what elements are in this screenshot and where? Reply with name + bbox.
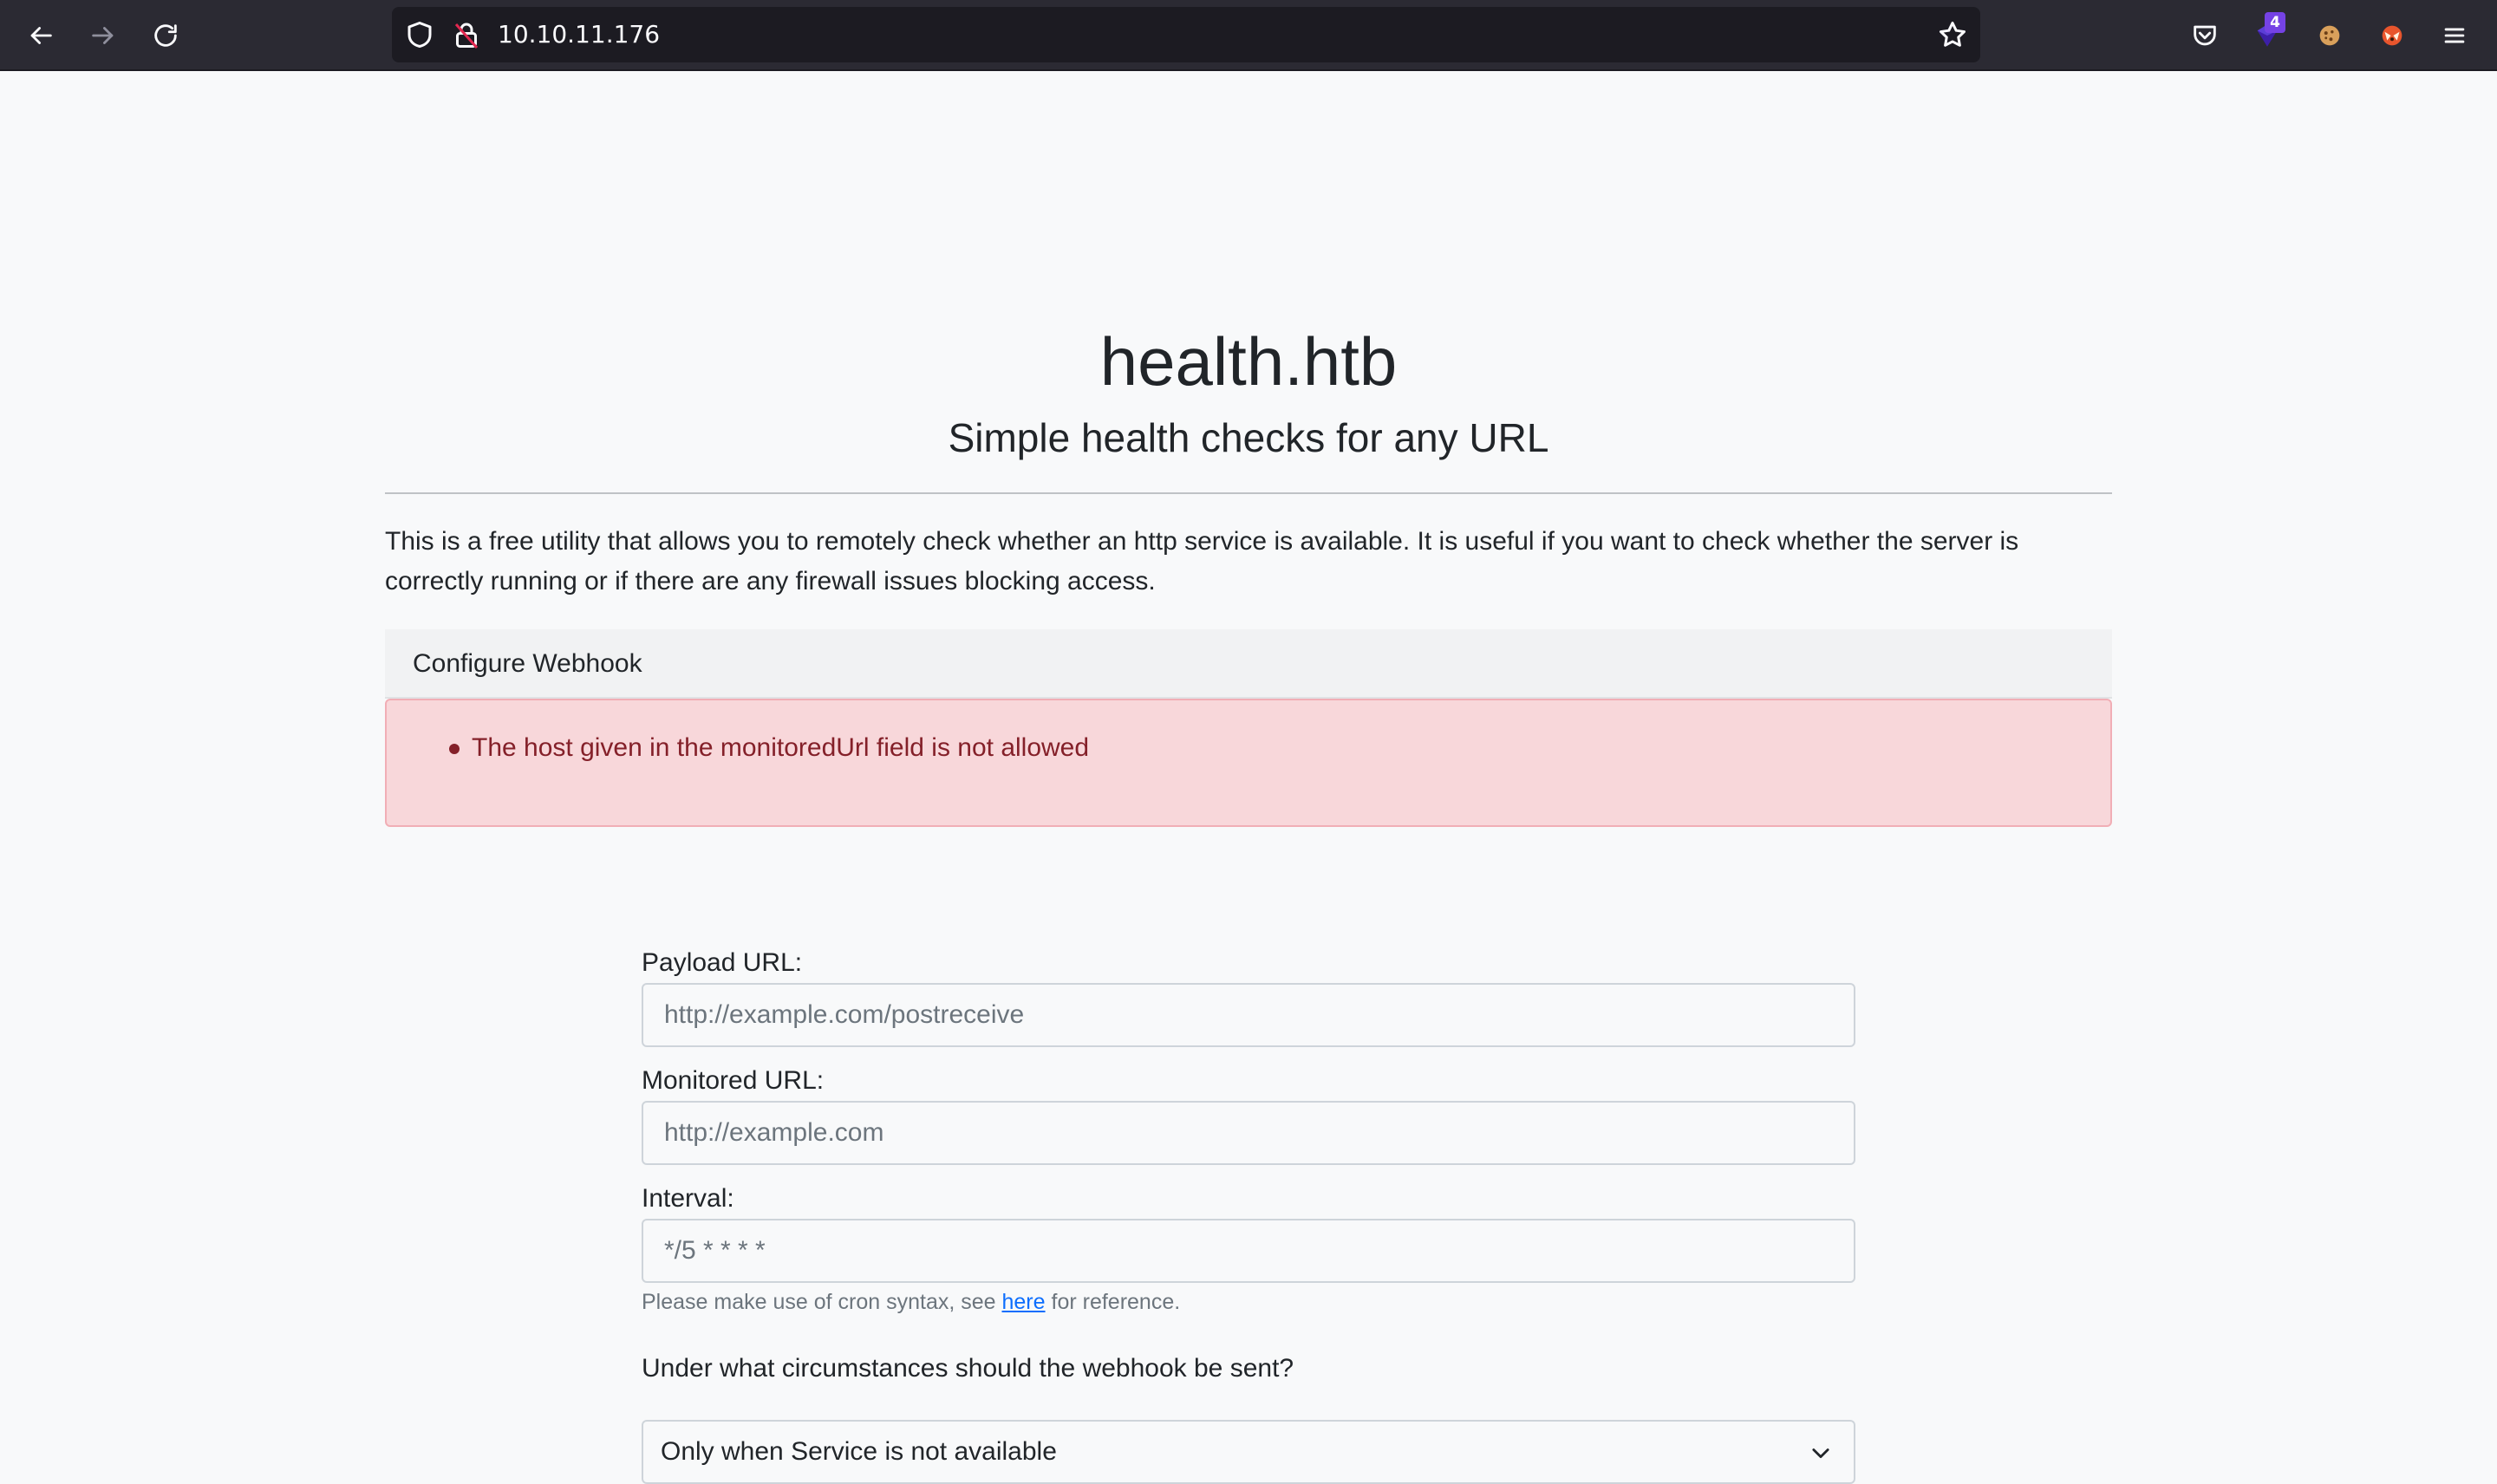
reload-icon [154,24,177,47]
help-prefix: Please make use of cron syntax, see [642,1290,996,1314]
extension-badge: 4 [2265,12,2285,33]
circumstances-selected-value: Only when Service is not available [661,1437,1057,1466]
star-icon[interactable] [1937,19,1968,50]
shield-icon[interactable] [404,19,435,50]
pocket-button[interactable] [2183,14,2226,57]
lock-icon[interactable] [451,19,482,50]
payload-url-label: Payload URL: [642,948,803,977]
cookie-icon [2319,25,2340,46]
divider [385,492,2112,494]
address-bar[interactable]: 10.10.11.176 [392,7,1980,62]
monitored-url-input[interactable] [642,1101,1855,1165]
back-button[interactable] [19,14,62,57]
cron-help-link[interactable]: here [1002,1290,1046,1314]
fox-icon [2382,25,2402,46]
cron-help-text: Please make use of cron syntax, see here… [642,1290,1180,1315]
alert-message: The host given in the monitoredUrl field… [472,733,1090,762]
circumstances-select[interactable]: Only when Service is not available [642,1420,1855,1484]
browser-toolbar: 10.10.11.176 4 [0,0,2497,71]
forward-button[interactable] [81,14,125,57]
monitored-url-label: Monitored URL: [642,1066,825,1095]
hamburger-menu-icon [2444,28,2465,43]
interval-label: Interval: [642,1184,734,1213]
reload-button[interactable] [144,14,187,57]
menu-button[interactable] [2433,14,2476,57]
help-suffix: for reference. [1051,1290,1181,1314]
fox-extension-button[interactable] [2370,14,2414,57]
page-title: health.htb [1099,323,1398,400]
error-alert: The host given in the monitoredUrl field… [385,699,2112,827]
page-content: health.htb Simple health checks for any … [0,71,2497,1484]
chevron-down-icon [1812,1448,1829,1459]
back-arrow-icon [30,27,52,44]
payload-url-input[interactable] [642,983,1855,1047]
card-header: Configure Webhook [385,629,2112,699]
page-subtitle: Simple health checks for any URL [948,415,1549,460]
cookie-extension-button[interactable] [2308,14,2351,57]
interval-input[interactable] [642,1219,1855,1283]
url-text[interactable]: 10.10.11.176 [498,7,660,62]
forward-arrow-icon [92,27,114,44]
alert-bullet [449,744,460,754]
circumstances-label: Under what circumstances should the webh… [642,1354,1294,1383]
intro-text: This is a free utility that allows you t… [385,527,2019,596]
pocket-icon [2194,25,2216,46]
